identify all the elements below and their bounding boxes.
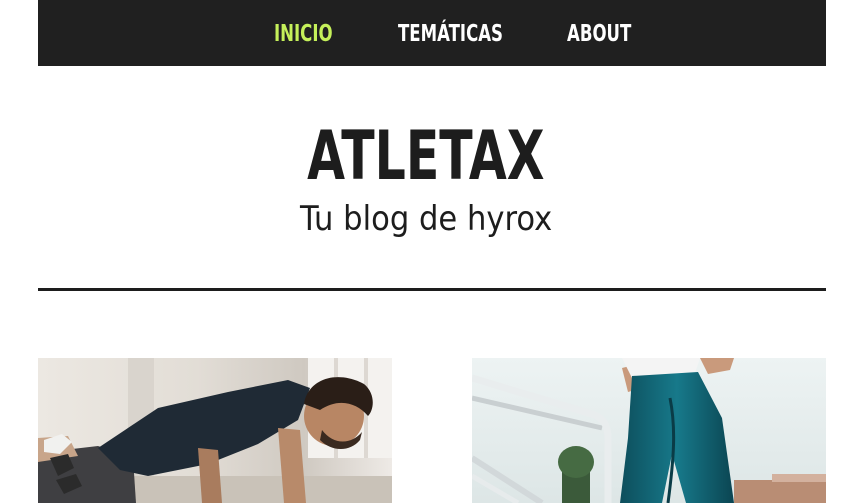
- header-divider: [38, 288, 826, 291]
- site-title-text: ATLETAX: [307, 117, 545, 196]
- pushup-photo: [38, 358, 392, 503]
- post-image-stairs[interactable]: [472, 358, 826, 503]
- stairs-photo: [472, 358, 826, 503]
- site-subtitle-text: Tu blog de hyrox: [299, 199, 553, 239]
- site-title: ATLETAX: [0, 119, 852, 195]
- nav-item-tematicas[interactable]: Temáticas: [398, 17, 503, 51]
- page: Inicio Temáticas About ATLETAX Tu blog d…: [0, 0, 852, 503]
- top-navigation-bar: Inicio Temáticas About: [38, 0, 826, 66]
- post-image-pushup[interactable]: [38, 358, 392, 503]
- nav-item-about[interactable]: About: [567, 17, 631, 51]
- site-subtitle: Tu blog de hyrox: [0, 198, 852, 240]
- nav-item-inicio[interactable]: Inicio: [274, 17, 333, 51]
